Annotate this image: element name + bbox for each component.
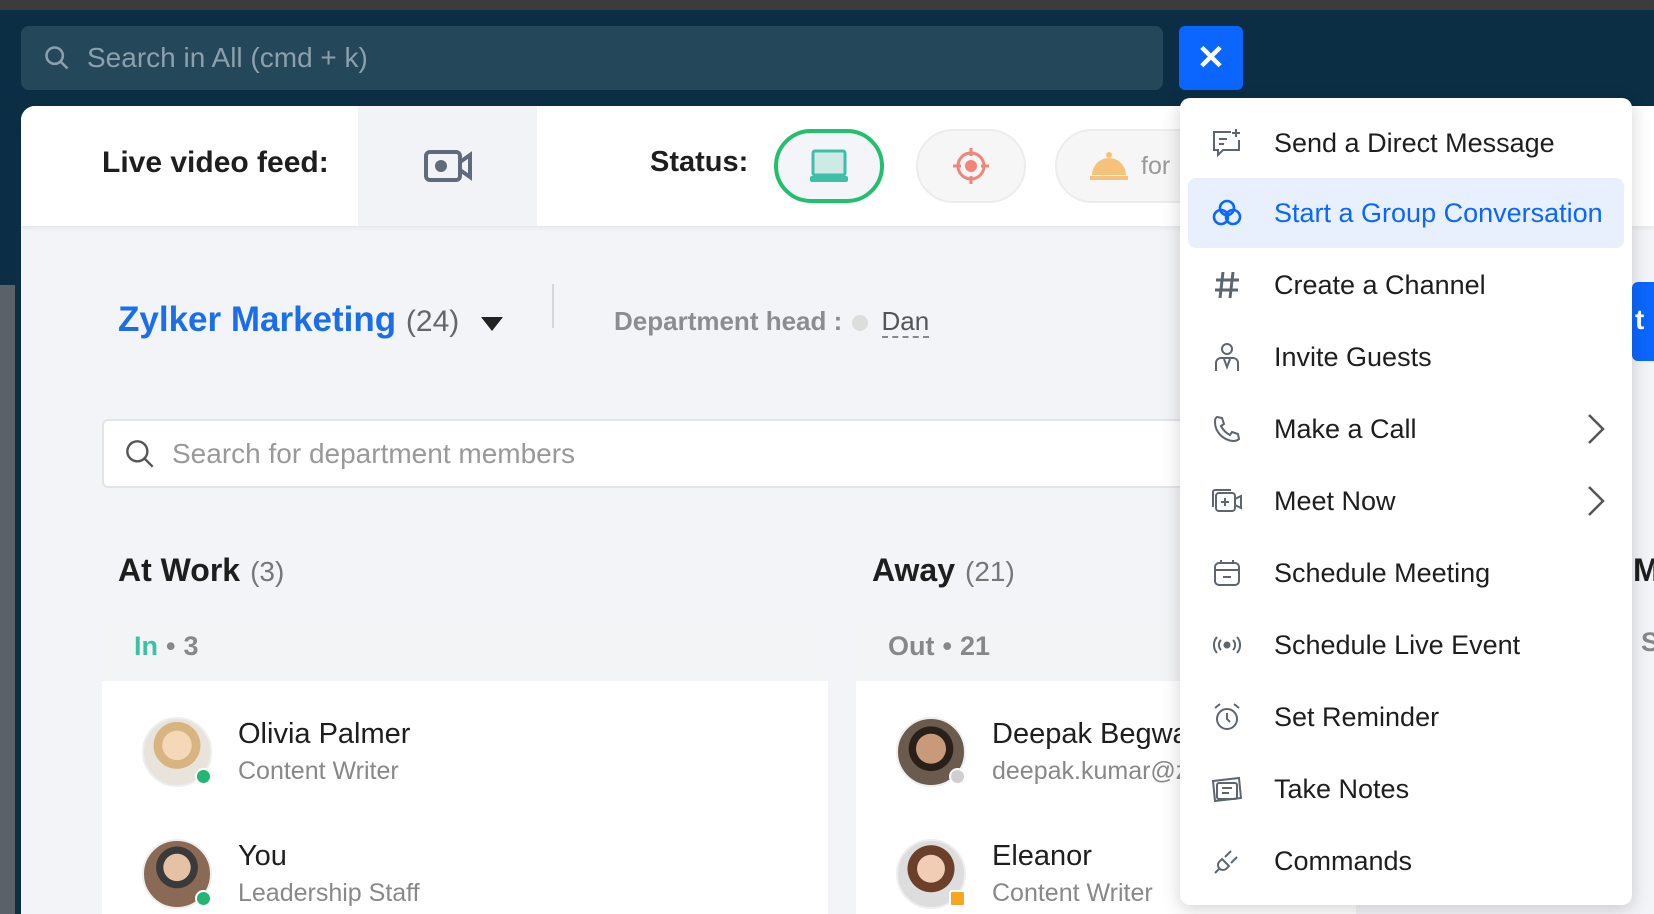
- sub-label: Out: [888, 630, 935, 661]
- global-search-input[interactable]: Search in All (cmd + k): [21, 26, 1163, 90]
- menu-item-make-call[interactable]: Make a Call: [1188, 394, 1624, 464]
- member-search-input[interactable]: Search for department members: [102, 419, 1302, 488]
- section-title: Away: [872, 552, 956, 588]
- video-plus-icon: [1212, 489, 1242, 512]
- status-busy-button[interactable]: [916, 129, 1026, 203]
- menu-item-label: Set Reminder: [1274, 701, 1440, 732]
- menu-item-label: Send a Direct Message: [1274, 127, 1555, 158]
- menu-item-set-reminder[interactable]: Set Reminder: [1188, 682, 1624, 752]
- window-top-strip: [0, 0, 1654, 10]
- chevron-right-icon: [1588, 486, 1605, 516]
- menu-item-invite-guests[interactable]: Invite Guests: [1188, 322, 1624, 392]
- menu-item-send-direct-message[interactable]: Send a Direct Message: [1188, 108, 1624, 178]
- member-row[interactable]: Eleanor Content Writer: [896, 839, 1153, 909]
- sub-count: 21: [959, 630, 990, 661]
- status-label: Status:: [650, 146, 749, 178]
- video-camera-icon: [423, 150, 472, 182]
- chevron-right-icon: [1588, 414, 1605, 444]
- member-row[interactable]: Deepak Begwa deepak.kumar@z: [896, 717, 1189, 787]
- section-away-title: Away (21): [872, 552, 1015, 589]
- member-role: Content Writer: [238, 757, 399, 785]
- broadcast-icon: [1213, 636, 1241, 654]
- sub-label: In: [134, 630, 158, 661]
- menu-item-label: Schedule Meeting: [1274, 557, 1491, 588]
- menu-item-take-notes[interactable]: Take Notes: [1188, 754, 1624, 824]
- plug-icon: [1214, 850, 1238, 874]
- guest-icon: [1215, 343, 1239, 371]
- search-icon: [126, 439, 154, 468]
- menu-item-start-group-conversation[interactable]: Start a Group Conversation: [1188, 178, 1624, 248]
- menu-item-schedule-live-event[interactable]: Schedule Live Event: [1188, 610, 1624, 680]
- live-video-label: Live video feed:: [102, 146, 329, 179]
- menu-item-label: Take Notes: [1274, 773, 1410, 804]
- section-partial-title: M: [1633, 552, 1654, 588]
- offline-status-dot: [949, 768, 966, 785]
- status-at-desk-button[interactable]: [774, 129, 884, 203]
- group-icon: [1212, 199, 1242, 226]
- avatar: [896, 839, 966, 909]
- live-video-button[interactable]: [358, 106, 537, 226]
- section-at-work-title: At Work (3): [118, 552, 284, 589]
- partial-sub-label: S: [1641, 627, 1654, 657]
- member-role: Leadership Staff: [238, 879, 420, 907]
- department-name: Zylker Marketing: [118, 300, 397, 339]
- partial-action-button[interactable]: t: [1632, 282, 1654, 361]
- menu-item-commands[interactable]: Commands: [1188, 826, 1624, 896]
- menu-item-label: Invite Guests: [1274, 341, 1432, 372]
- menu-item-label: Create a Channel: [1274, 269, 1486, 300]
- at-work-card: In • 3 Olivia Palmer Content Writer You Lead…: [102, 611, 828, 914]
- avatar: [142, 839, 212, 909]
- member-name: Deepak Begwa: [992, 718, 1189, 750]
- member-role: deepak.kumar@z: [992, 757, 1189, 785]
- new-action-menu: Send a Direct Message Start a Group Conv…: [1180, 98, 1632, 905]
- member-row[interactable]: Olivia Palmer Content Writer: [142, 717, 410, 787]
- search-icon: [45, 46, 69, 70]
- department-head: Department head : Dan: [614, 306, 930, 338]
- card-subheader: In • 3: [102, 611, 828, 681]
- department-head-label: Department head :: [614, 306, 843, 336]
- avatar: [142, 717, 212, 787]
- member-search-placeholder: Search for department members: [172, 437, 576, 469]
- menu-item-label: Start a Group Conversation: [1274, 197, 1603, 228]
- close-button[interactable]: ✕: [1179, 26, 1243, 90]
- online-status-dot: [195, 768, 212, 785]
- cloche-icon: [1090, 152, 1128, 180]
- section-count: (3): [250, 556, 285, 587]
- menu-item-create-channel[interactable]: Create a Channel: [1188, 250, 1624, 320]
- caret-down-icon: [480, 317, 503, 331]
- laptop-icon: [810, 149, 848, 182]
- hash-icon: [1215, 271, 1239, 299]
- phone-icon: [1213, 415, 1241, 443]
- mobile-status-icon: [949, 890, 966, 907]
- online-status-dot: [195, 890, 212, 907]
- section-count: (21): [965, 556, 1015, 587]
- member-name: Eleanor: [992, 840, 1092, 872]
- department-count: (24): [405, 305, 460, 338]
- divider: [552, 284, 554, 328]
- member-row[interactable]: You Leadership Staff: [142, 839, 420, 909]
- avatar: [896, 717, 966, 787]
- presence-dot: [852, 315, 869, 331]
- section-title: At Work: [118, 552, 241, 588]
- target-icon: [953, 148, 989, 184]
- department-selector[interactable]: Zylker Marketing (24): [118, 300, 503, 340]
- message-plus-icon: [1213, 129, 1240, 158]
- menu-item-schedule-meeting[interactable]: Schedule Meeting: [1188, 538, 1624, 608]
- status-pill-text: for: [1141, 151, 1171, 180]
- department-head-name[interactable]: Dan: [881, 306, 930, 338]
- member-role: Content Writer: [992, 879, 1153, 907]
- notes-icon: [1211, 776, 1243, 803]
- menu-item-label: Meet Now: [1274, 485, 1396, 516]
- member-name: You: [238, 840, 287, 872]
- menu-item-label: Commands: [1274, 845, 1413, 876]
- menu-item-label: Schedule Live Event: [1274, 629, 1521, 660]
- alarm-icon: [1214, 703, 1240, 730]
- menu-item-meet-now[interactable]: Meet Now: [1188, 466, 1624, 536]
- scrollbar[interactable]: [0, 285, 15, 914]
- menu-item-label: Make a Call: [1274, 413, 1417, 444]
- calendar-icon: [1214, 560, 1240, 586]
- sub-count: 3: [183, 630, 199, 661]
- member-name: Olivia Palmer: [238, 718, 411, 750]
- search-placeholder: Search in All (cmd + k): [87, 42, 368, 73]
